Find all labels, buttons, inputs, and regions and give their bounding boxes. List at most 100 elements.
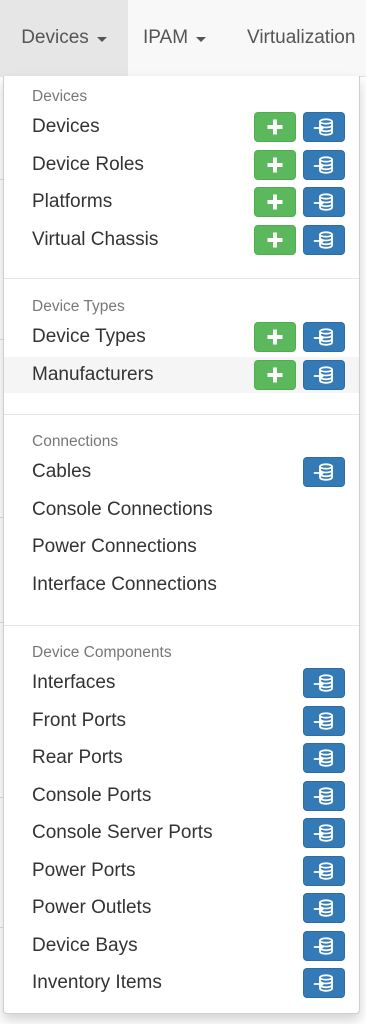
database-import-icon	[313, 674, 335, 692]
import-cables-button[interactable]	[303, 457, 345, 487]
menu-item-front-ports[interactable]: Front Ports	[4, 703, 359, 739]
menu-item-label: Cables	[32, 461, 92, 482]
import-devices-button[interactable]	[303, 112, 345, 142]
import-console-server-ports-button[interactable]	[303, 818, 345, 848]
import-inventory-items-button[interactable]	[303, 968, 345, 998]
import-device-types-button[interactable]	[303, 322, 345, 352]
nav-devices-label: Devices	[21, 27, 89, 48]
import-interfaces-button[interactable]	[303, 668, 345, 698]
menu-divider	[4, 278, 359, 279]
menu-item-label: Console Ports	[32, 785, 152, 806]
section-header: Device Types	[32, 298, 125, 315]
menu-item-device-bays[interactable]: Device Bays	[4, 928, 359, 964]
page: Devices IPAM Virtualization Devices Devic…	[0, 0, 366, 1024]
menu-item-label: Front Ports	[32, 710, 126, 731]
plus-icon	[266, 328, 284, 346]
add-device-types-button[interactable]	[254, 322, 296, 352]
database-import-icon	[313, 366, 335, 384]
database-import-icon	[313, 193, 335, 211]
add-manufacturers-button[interactable]	[254, 360, 296, 390]
caret-down-icon	[196, 36, 207, 42]
database-import-icon	[313, 712, 335, 730]
menu-item-device-types[interactable]: Device Types	[4, 319, 359, 355]
menu-item-label: Inventory Items	[32, 972, 162, 993]
nav-devices-dropdown[interactable]: Devices	[0, 0, 128, 76]
import-virtual-chassis-button[interactable]	[303, 225, 345, 255]
menu-item-label: Devices	[32, 116, 100, 137]
database-import-icon	[313, 899, 335, 917]
menu-divider	[4, 414, 359, 415]
menu-item-label: Device Roles	[32, 154, 144, 175]
database-import-icon	[313, 463, 335, 481]
plus-icon	[266, 193, 284, 211]
nav-ipam-label: IPAM	[143, 27, 189, 48]
top-navbar: Devices IPAM Virtualization	[0, 0, 366, 77]
import-rear-ports-button[interactable]	[303, 743, 345, 773]
plus-icon	[266, 118, 284, 136]
menu-item-power-ports[interactable]: Power Ports	[4, 853, 359, 889]
menu-item-devices[interactable]: Devices	[4, 109, 359, 145]
menu-item-label: Platforms	[32, 191, 113, 212]
section-header: Devices	[32, 88, 88, 105]
database-import-icon	[313, 937, 335, 955]
import-platforms-button[interactable]	[303, 187, 345, 217]
import-manufacturers-button[interactable]	[303, 360, 345, 390]
menu-item-label: Device Types	[32, 326, 146, 347]
plus-icon	[266, 231, 284, 249]
add-virtual-chassis-button[interactable]	[254, 225, 296, 255]
menu-item-label: Device Bays	[32, 935, 138, 956]
devices-dropdown-menu: Devices Devices Device Roles Platforms Virtu…	[3, 76, 360, 1014]
caret-down-icon	[96, 36, 107, 42]
menu-item-label: Power Ports	[32, 860, 136, 881]
menu-item-interface-connections[interactable]: Interface Connections	[4, 567, 359, 603]
database-import-icon	[313, 328, 335, 346]
nav-ipam-dropdown[interactable]: IPAM	[143, 0, 207, 76]
import-power-ports-button[interactable]	[303, 856, 345, 886]
menu-item-label: Rear Ports	[32, 747, 123, 768]
menu-item-inventory-items[interactable]: Inventory Items	[4, 965, 359, 1001]
menu-item-manufacturers[interactable]: Manufacturers	[4, 357, 359, 393]
menu-item-console-connections[interactable]: Console Connections	[4, 492, 359, 528]
import-device-roles-button[interactable]	[303, 150, 345, 180]
import-power-outlets-button[interactable]	[303, 893, 345, 923]
menu-item-console-server-ports[interactable]: Console Server Ports	[4, 815, 359, 851]
database-import-icon	[313, 156, 335, 174]
menu-item-interfaces[interactable]: Interfaces	[4, 665, 359, 701]
menu-item-power-connections[interactable]: Power Connections	[4, 529, 359, 565]
menu-item-label: Virtual Chassis	[32, 229, 159, 250]
database-import-icon	[313, 974, 335, 992]
plus-icon	[266, 366, 284, 384]
menu-item-label: Interfaces	[32, 672, 116, 693]
database-import-icon	[313, 787, 335, 805]
nav-virtualization-label: Virtualization	[247, 27, 356, 48]
import-device-bays-button[interactable]	[303, 931, 345, 961]
database-import-icon	[313, 824, 335, 842]
menu-item-virtual-chassis[interactable]: Virtual Chassis	[4, 222, 359, 258]
menu-item-cables[interactable]: Cables	[4, 454, 359, 490]
menu-item-platforms[interactable]: Platforms	[4, 184, 359, 220]
menu-item-label: Power Outlets	[32, 897, 152, 918]
database-import-icon	[313, 862, 335, 880]
menu-item-label: Manufacturers	[32, 364, 154, 385]
add-devices-button[interactable]	[254, 112, 296, 142]
section-header: Device Components	[32, 644, 172, 661]
nav-virtualization-dropdown[interactable]: Virtualization	[247, 0, 355, 76]
section-header: Connections	[32, 433, 119, 450]
menu-item-label: Interface Connections	[32, 574, 217, 595]
add-device-roles-button[interactable]	[254, 150, 296, 180]
menu-divider	[4, 625, 359, 626]
database-import-icon	[313, 118, 335, 136]
menu-item-label: Console Connections	[32, 499, 213, 520]
menu-item-rear-ports[interactable]: Rear Ports	[4, 740, 359, 776]
database-import-icon	[313, 749, 335, 767]
add-platforms-button[interactable]	[254, 187, 296, 217]
database-import-icon	[313, 231, 335, 249]
menu-item-console-ports[interactable]: Console Ports	[4, 778, 359, 814]
import-console-ports-button[interactable]	[303, 781, 345, 811]
import-front-ports-button[interactable]	[303, 706, 345, 736]
plus-icon	[266, 156, 284, 174]
menu-item-label: Power Connections	[32, 536, 197, 557]
menu-item-power-outlets[interactable]: Power Outlets	[4, 890, 359, 926]
menu-item-label: Console Server Ports	[32, 822, 213, 843]
menu-item-device-roles[interactable]: Device Roles	[4, 147, 359, 183]
